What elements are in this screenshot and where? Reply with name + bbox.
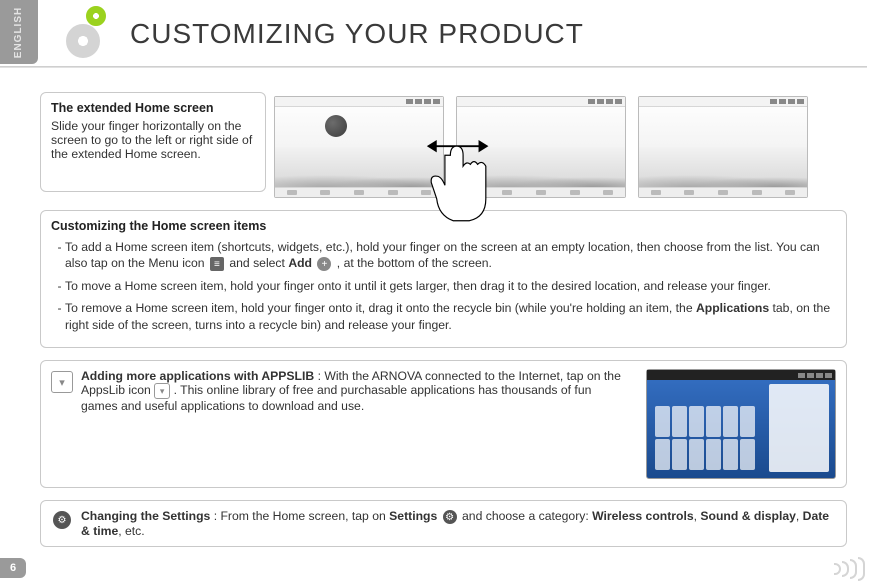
appslib-download-icon: ▾: [51, 371, 73, 393]
language-label: ENGLISH: [14, 6, 25, 57]
settings-inline-icon: ⚙: [443, 510, 457, 524]
tablet-home-thumbnail: [646, 369, 836, 479]
customize-item-remove: To remove a Home screen item, hold your …: [65, 300, 836, 333]
gears-icon: [52, 6, 112, 66]
soundwave-decoration: [795, 558, 865, 580]
customize-item-move: To move a Home screen item, hold your fi…: [65, 278, 836, 294]
intro-card: The extended Home screen Slide your fing…: [40, 92, 266, 192]
home-screen-right: [638, 96, 808, 198]
menu-icon: ≡: [210, 257, 224, 271]
language-tab: ENGLISH: [0, 0, 38, 64]
page-number: 6: [0, 558, 26, 578]
page-title: CUSTOMIZING YOUR PRODUCT: [130, 18, 584, 50]
intro-heading: The extended Home screen: [51, 101, 255, 115]
customize-item-add: To add a Home screen item (shortcuts, wi…: [65, 239, 836, 272]
intro-body: Slide your finger horizontally on the sc…: [51, 119, 255, 161]
settings-card: ⚙ Changing the Settings : From the Home …: [40, 500, 847, 547]
title-divider: [0, 66, 867, 68]
home-screens-illustration: [274, 92, 847, 198]
appslib-card: ▾ Adding more applications with APPSLIB …: [40, 360, 847, 488]
appslib-icon: ▾: [154, 383, 170, 399]
settings-gear-icon: ⚙: [53, 511, 71, 529]
customize-items-card: Customizing the Home screen items To add…: [40, 210, 847, 348]
add-icon: +: [317, 257, 331, 271]
hand-swipe-icon: [419, 128, 509, 228]
